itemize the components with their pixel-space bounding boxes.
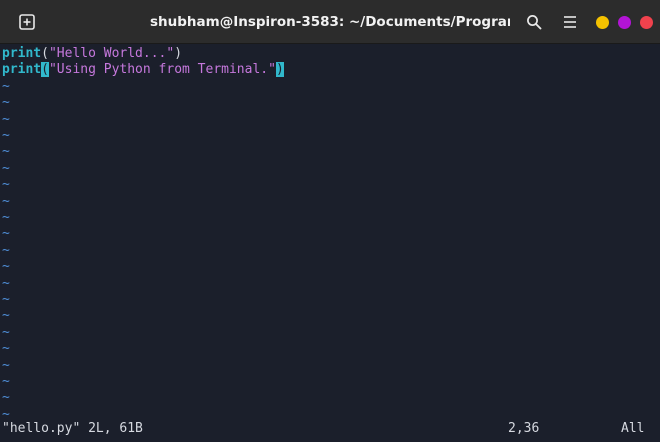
search-icon <box>527 15 542 30</box>
tilde-line: ~ <box>2 341 10 357</box>
header-bar: shubham@Inspiron-3583: ~/Documents/Progr… <box>0 0 660 44</box>
tilde-line: ~ <box>2 226 10 242</box>
maximize-button[interactable] <box>618 16 631 29</box>
close-paren: ) <box>174 46 183 61</box>
tilde-line: ~ <box>2 275 10 291</box>
code-line: print("Using Python from Terminal.") <box>2 62 284 78</box>
file-info: "hello.py" 2L, 61B <box>2 421 143 436</box>
minimize-button[interactable] <box>596 16 609 29</box>
tilde-line: ~ <box>2 128 10 143</box>
cursor-position: 2,36 <box>508 421 540 436</box>
close-button[interactable] <box>640 16 653 29</box>
keyword-print: print <box>2 62 42 78</box>
tilde-line: ~ <box>2 177 10 193</box>
status-line: "hello.py" 2L, 61B 2,36 All <box>0 420 660 438</box>
tilde-line: ~ <box>2 390 10 406</box>
tilde-line: ~ <box>2 193 10 209</box>
code-line: print("Hello World...") <box>2 46 182 62</box>
tilde-line: ~ <box>2 308 10 324</box>
tilde-line: ~ <box>2 242 10 258</box>
tilde-line: ~ <box>2 259 10 275</box>
string-literal: "Hello World..." <box>48 46 175 61</box>
vim-editor[interactable]: print("Hello World...") print("Using Pyt… <box>0 44 660 422</box>
tilde-line: ~ <box>2 78 10 94</box>
cursor: ) <box>275 62 284 78</box>
scroll-indicator: All <box>621 421 645 436</box>
tilde-line: ~ <box>2 357 10 373</box>
tilde-line: ~ <box>2 95 10 111</box>
tilde-line: ~ <box>2 374 10 389</box>
hamburger-menu-icon <box>564 16 576 28</box>
tilde-line: ~ <box>2 292 10 307</box>
menu-button[interactable] <box>556 8 584 36</box>
keyword-print: print <box>2 46 42 61</box>
open-paren: ( <box>41 46 49 61</box>
terminal-window: shubham@Inspiron-3583: ~/Documents/Progr… <box>0 0 660 442</box>
window-title: shubham@Inspiron-3583: ~/Documents/Progr… <box>150 14 510 30</box>
tilde-line: ~ <box>2 144 10 160</box>
matched-open-paren: ( <box>41 62 49 78</box>
new-tab-button[interactable] <box>10 8 44 36</box>
search-button[interactable] <box>520 8 548 36</box>
tilde-line: ~ <box>2 160 10 176</box>
tilde-line: ~ <box>2 324 10 340</box>
string-literal: "Using Python from Terminal." <box>48 62 276 78</box>
plus-square-icon <box>19 14 35 30</box>
tilde-line: ~ <box>2 111 10 127</box>
tilde-line: ~ <box>2 210 10 225</box>
